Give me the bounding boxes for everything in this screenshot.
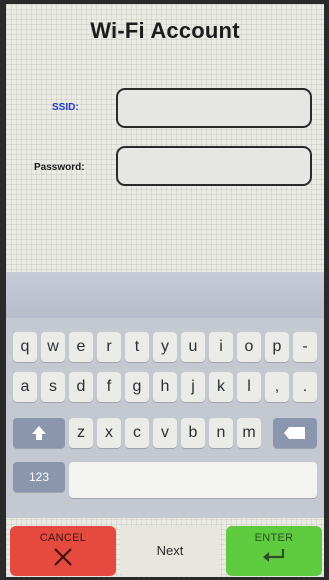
- enter-button[interactable]: ENTER: [226, 526, 322, 576]
- keyboard-header: [6, 272, 324, 318]
- action-bar: CANCEL Next ENTER: [6, 522, 324, 577]
- page-title: Wi-Fi Account: [90, 18, 240, 43]
- key-n[interactable]: n: [209, 418, 233, 448]
- return-arrow-icon: [263, 549, 285, 562]
- key-a[interactable]: a: [13, 372, 37, 402]
- numbers-key[interactable]: 123: [13, 462, 65, 492]
- key-q[interactable]: q: [13, 332, 37, 362]
- shift-arrow-icon: [32, 426, 46, 440]
- key-f[interactable]: f: [97, 372, 121, 402]
- backspace-icon: [284, 427, 305, 439]
- ssid-input[interactable]: [116, 88, 312, 128]
- key-dash[interactable]: -: [293, 332, 317, 362]
- key-x[interactable]: x: [97, 418, 121, 448]
- space-key[interactable]: [69, 462, 317, 498]
- enter-label: ENTER: [254, 532, 294, 544]
- key-o[interactable]: o: [237, 332, 261, 362]
- key-m[interactable]: m: [237, 418, 261, 448]
- wifi-account-screen: Wi-Fi Account SSID: Password: q w e r t …: [6, 4, 324, 577]
- key-l[interactable]: l: [237, 372, 261, 402]
- key-d[interactable]: d: [69, 372, 93, 402]
- password-input[interactable]: [116, 146, 312, 186]
- key-comma[interactable]: ,: [265, 372, 289, 402]
- key-k[interactable]: k: [209, 372, 233, 402]
- key-e[interactable]: e: [69, 332, 93, 362]
- key-c[interactable]: c: [125, 418, 149, 448]
- close-icon: [54, 548, 72, 566]
- ssid-label: SSID:: [52, 102, 79, 113]
- key-r[interactable]: r: [97, 332, 121, 362]
- key-j[interactable]: j: [181, 372, 205, 402]
- key-g[interactable]: g: [125, 372, 149, 402]
- shift-key[interactable]: [13, 418, 65, 448]
- password-label: Password:: [34, 162, 85, 173]
- cancel-button[interactable]: CANCEL: [10, 526, 116, 576]
- key-p[interactable]: p: [265, 332, 289, 362]
- key-i[interactable]: i: [209, 332, 233, 362]
- key-v[interactable]: v: [153, 418, 177, 448]
- next-label: Next: [156, 543, 184, 558]
- key-h[interactable]: h: [153, 372, 177, 402]
- next-button[interactable]: Next: [120, 526, 220, 576]
- key-period[interactable]: .: [293, 372, 317, 402]
- key-z[interactable]: z: [69, 418, 93, 448]
- key-u[interactable]: u: [181, 332, 205, 362]
- key-t[interactable]: t: [125, 332, 149, 362]
- key-b[interactable]: b: [181, 418, 205, 448]
- on-screen-keyboard: q w e r t y u i o p - a s d f g h j k l …: [6, 318, 324, 518]
- cancel-label: CANCEL: [39, 532, 87, 544]
- key-s[interactable]: s: [41, 372, 65, 402]
- key-w[interactable]: w: [41, 332, 65, 362]
- backspace-key[interactable]: [273, 418, 317, 448]
- key-y[interactable]: y: [153, 332, 177, 362]
